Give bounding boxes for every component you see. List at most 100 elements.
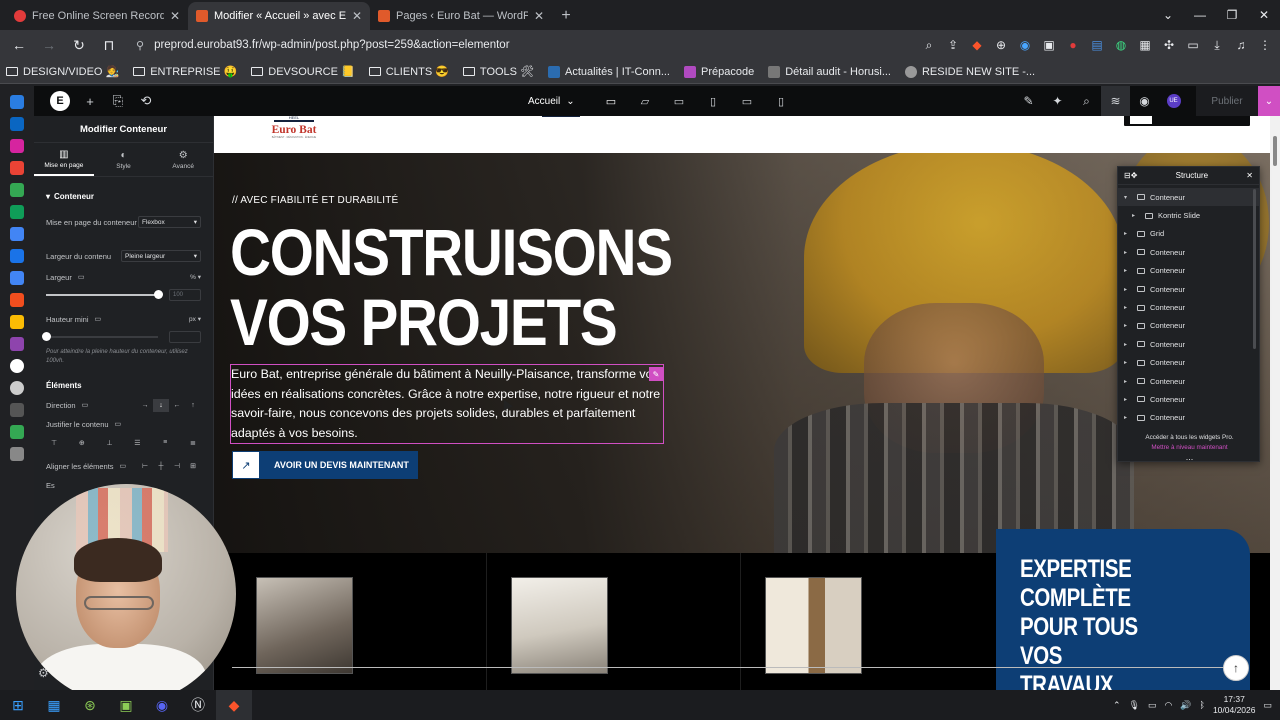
google-icon[interactable] [10,403,24,417]
desktop-device-icon[interactable]: ▭ [120,462,127,470]
bookmark-icon[interactable]: ⊓ [96,32,122,58]
extension-icon[interactable]: ▦ [1136,36,1154,54]
structure-item[interactable]: ▸ Conteneur [1118,372,1259,390]
calendar-icon[interactable] [10,227,24,241]
add-element-icon[interactable]: + [76,86,104,116]
close-tab-icon[interactable]: ✕ [170,9,180,23]
width-slider[interactable]: 100 [46,288,201,302]
elementor-logo-icon[interactable]: E [50,91,70,111]
bookmark-link[interactable]: RESIDE NEW SITE -... [904,65,1035,78]
preview-eye-icon[interactable]: ◉ [1130,86,1159,116]
analytics-icon[interactable] [10,95,24,109]
download-icon[interactable]: ⤓ [1208,36,1226,54]
width-unit-select[interactable]: % ▾ [190,273,201,281]
user-avatar[interactable]: UE [1159,86,1188,116]
structure-layers-icon[interactable]: ≋ [1101,86,1130,116]
canvas-scrollbar[interactable] [1270,116,1280,690]
tray-overflow-icon[interactable]: ⌃ [1113,700,1121,711]
caret-right-icon[interactable]: ▸ [1124,414,1132,421]
width-number-input[interactable]: 100 [169,289,201,301]
puzzle-extensions-icon[interactable]: ✣ [1160,36,1178,54]
min-height-number-input[interactable] [169,331,201,343]
browser-tab[interactable]: Pages ‹ Euro Bat — WordPress ✕ [370,2,552,30]
caret-down-icon[interactable]: ▾ [1124,194,1132,201]
extension-icon[interactable]: ◍ [1112,36,1130,54]
bookmark-link[interactable]: Actualités | IT-Conn... [548,65,670,78]
battery-icon[interactable]: ▭ [1148,700,1157,711]
extension-icon[interactable]: ▤ [1088,36,1106,54]
align-stretch-icon[interactable]: ⊞ [185,460,201,473]
bluetooth-icon[interactable]: ᛒ [1200,700,1205,710]
history-icon[interactable]: ⟲ [132,86,160,116]
notes-icon[interactable]: ✎ [1014,86,1043,116]
url-field[interactable]: ⚲ preprod.eurobat93.fr/wp-admin/post.php… [126,33,916,57]
justify-space-around-icon[interactable]: ≡ [157,436,173,449]
app-icon[interactable] [10,447,24,461]
hero-description[interactable]: Euro Bat, entreprise générale du bâtimen… [230,364,664,444]
instagram-icon[interactable] [10,139,24,153]
close-window-button[interactable]: ✕ [1248,0,1280,30]
pokeball-extension-icon[interactable]: ● [1064,36,1082,54]
docs-icon[interactable] [10,271,24,285]
calculator-icon[interactable]: ▦ [36,690,72,720]
browser-tab[interactable]: Free Online Screen Recorder - Re ✕ [6,2,188,30]
direction-row-reverse-icon[interactable]: ← [169,399,185,412]
drive-icon[interactable] [10,425,24,439]
justify-end-icon[interactable]: ⊥ [102,436,118,449]
tablet-landscape-icon[interactable]: ▭ [662,86,696,116]
justify-space-evenly-icon[interactable]: ≣ [185,436,201,449]
desktop-device-icon[interactable]: ▭ [115,420,122,428]
extension-icon[interactable]: ◉ [1016,36,1034,54]
structure-toggle-icon[interactable]: ⊟ [1124,171,1131,180]
direction-column-icon[interactable]: ↓ [153,398,169,412]
caret-right-icon[interactable]: ▸ [1124,304,1132,311]
reload-button[interactable]: ↻ [66,32,92,58]
back-button[interactable]: ← [6,32,32,58]
hero-headline[interactable]: CONSTRUISONS VOS PROJETS [230,217,673,357]
service-image-demolition[interactable] [256,577,353,674]
min-height-slider[interactable] [42,330,201,344]
chatgpt-icon[interactable] [10,381,24,395]
translate-icon[interactable]: ⊕ [992,36,1010,54]
structure-item[interactable]: ▸ Grid [1118,225,1259,243]
xbox-icon[interactable]: ⊛ [72,690,108,720]
structure-item[interactable]: ▸ Conteneur [1118,243,1259,261]
bookmark-link[interactable]: Détail audit - Horusi... [768,65,891,78]
structure-item[interactable]: ▸ Conteneur [1118,317,1259,335]
site-info-icon[interactable]: ⚲ [136,39,144,52]
align-start-icon[interactable]: ⊢ [137,460,153,473]
align-end-icon[interactable]: ⊣ [169,460,185,473]
screenshot-icon[interactable]: ▭ [1184,36,1202,54]
section-header-container[interactable]: ▾ Conteneur [46,183,201,209]
width-slider-track[interactable] [46,290,163,299]
microphone-icon[interactable]: 🎙 [1129,700,1140,711]
bookmark-folder[interactable]: TOOLS 🛠 [462,65,534,78]
justify-start-icon[interactable]: ⊤ [46,436,62,449]
new-tab-button[interactable]: + [552,2,580,30]
media-icon[interactable]: ♫ [1232,36,1250,54]
brave-shield-icon[interactable]: ◆ [968,36,986,54]
scroll-to-top-button[interactable]: ↑ [1223,655,1249,681]
bookmark-folder[interactable]: DESIGN/VIDEO 🧑‍🎨 [6,65,119,78]
google-icon[interactable] [10,359,24,373]
expertise-card[interactable]: EXPERTISE COMPLÈTE POUR TOUS VOS TRAVAUX [996,529,1250,690]
edit-widget-pencil-icon[interactable]: ✎ [649,367,663,381]
laptop-device-icon[interactable]: ▱ [628,86,662,116]
brave-browser-icon[interactable]: ◆ [216,690,252,720]
sheets-icon[interactable] [10,205,24,219]
mobile-landscape-icon[interactable]: ▭ [730,86,764,116]
structure-item[interactable]: ▸ Conteneur [1118,409,1259,427]
taskbar-clock[interactable]: 17:37 10/04/2026 [1213,694,1256,716]
bookmark-folder[interactable]: DEVSOURCE 📒 [251,65,355,78]
app-icon[interactable] [10,249,24,263]
caret-right-icon[interactable]: ▸ [1132,212,1140,219]
direction-row-icon[interactable]: → [137,399,153,412]
tab-advanced[interactable]: ⚙ Avancé [153,143,213,176]
structure-item[interactable]: ▸ Conteneur [1118,335,1259,353]
drive-icon[interactable] [10,183,24,197]
close-tab-icon[interactable]: ✕ [352,9,362,23]
publish-options-chevron-icon[interactable]: ⌄ [1258,86,1280,116]
service-image-renovation[interactable] [765,577,862,674]
structure-item[interactable]: ▸ Conteneur [1118,280,1259,298]
linkedin-icon[interactable] [10,117,24,131]
